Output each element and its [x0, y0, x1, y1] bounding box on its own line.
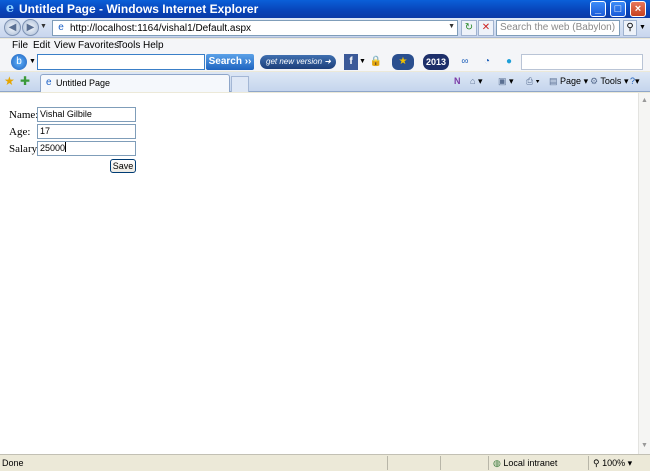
- security-zone[interactable]: ◍ Local intranet: [493, 457, 557, 469]
- status-divider: [588, 456, 589, 470]
- menu-edit[interactable]: Edit: [33, 40, 50, 52]
- vertical-scrollbar[interactable]: ▲ ▼: [638, 93, 650, 454]
- link-icon[interactable]: ∞: [458, 54, 472, 70]
- new-tab-button[interactable]: [231, 76, 249, 92]
- page-menu[interactable]: ▤ Page ▾: [549, 75, 588, 88]
- tools-menu-label: Tools: [600, 76, 622, 86]
- facebook-icon[interactable]: f: [344, 54, 358, 70]
- menu-tools[interactable]: Tools: [117, 40, 140, 52]
- refresh-icon[interactable]: ↻: [461, 20, 477, 36]
- zoom-level[interactable]: ⚲ 100% ▾: [593, 457, 632, 469]
- lock-icon[interactable]: 🔒: [369, 54, 383, 70]
- babylon-search-label: Search: [208, 56, 242, 67]
- ie-logo-icon: e: [5, 1, 15, 16]
- save-button[interactable]: Save: [110, 159, 136, 173]
- menu-view[interactable]: View: [54, 40, 76, 52]
- add-favorite-icon[interactable]: ✚: [20, 74, 30, 88]
- babylon-search-input[interactable]: [37, 54, 205, 70]
- news-ticker[interactable]: [521, 54, 643, 70]
- page-icon: e: [58, 22, 64, 33]
- age-value: 17: [40, 126, 51, 136]
- name-input[interactable]: Vishal Gilbile: [37, 107, 136, 122]
- refresh-circle-icon[interactable]: ◔: [480, 54, 494, 70]
- babylon-logo-icon[interactable]: b: [11, 54, 27, 70]
- history-dropdown-icon[interactable]: ▼: [40, 23, 47, 30]
- menu-favorites[interactable]: Favorites: [78, 40, 119, 52]
- name-value: Vishal Gilbile: [40, 109, 92, 119]
- url-text[interactable]: http://localhost:1164/vishal1/Default.as…: [70, 22, 251, 35]
- tools-menu[interactable]: ⚙ Tools ▾: [590, 75, 628, 88]
- menu-help[interactable]: Help: [143, 40, 164, 52]
- search-options-icon[interactable]: ▼: [639, 24, 646, 31]
- name-label: Name:: [9, 109, 39, 121]
- status-bar: Done ◍ Local intranet ⚲ 100% ▾: [0, 454, 650, 471]
- scroll-up-icon[interactable]: ▲: [639, 95, 650, 106]
- tab-page-icon: e: [46, 77, 52, 88]
- year-2013-badge[interactable]: 2013: [423, 54, 449, 70]
- window-title: Untitled Page - Windows Internet Explore…: [19, 2, 259, 16]
- status-text: Done: [2, 458, 24, 468]
- stop-icon[interactable]: ✕: [478, 20, 494, 36]
- status-divider: [440, 456, 441, 470]
- babylon-search-button[interactable]: Search ››: [206, 54, 254, 70]
- minimize-button[interactable]: _: [590, 1, 606, 17]
- feeds-icon[interactable]: ▣ ▾: [498, 75, 514, 88]
- get-new-version-label: get new version: [266, 57, 323, 66]
- home-icon[interactable]: ⌂ ▾: [470, 75, 482, 88]
- maximize-button[interactable]: □: [610, 1, 626, 17]
- text-caret: [65, 142, 67, 152]
- status-divider: [488, 456, 489, 470]
- onenote-icon[interactable]: N: [454, 75, 461, 88]
- address-bar: ◀ ▶ ▼ e http://localhost:1164/vishal1/De…: [0, 18, 650, 38]
- back-button[interactable]: ◀: [4, 19, 21, 36]
- babylon-toolbar: b ▼ Search ›› get new version ➜ f ▼ 🔒 ★ …: [0, 53, 650, 71]
- twitter-icon[interactable]: ●: [502, 54, 516, 70]
- page-content: Name: Vishal Gilbile Age: 17 Salary: 250…: [0, 93, 638, 454]
- menu-file[interactable]: File: [12, 40, 28, 52]
- age-input[interactable]: 17: [37, 124, 136, 139]
- facebook-dropdown-icon[interactable]: ▼: [359, 54, 366, 70]
- babylon-dropdown-icon[interactable]: ▼: [29, 58, 36, 65]
- search-input[interactable]: Search the web (Babylon): [496, 20, 620, 36]
- tab-untitled-page[interactable]: e Untitled Page: [40, 74, 230, 92]
- age-label: Age:: [9, 126, 31, 138]
- page-menu-label: Page: [560, 76, 582, 86]
- scroll-down-icon[interactable]: ▼: [639, 440, 650, 451]
- help-icon[interactable]: ?▾: [630, 75, 640, 88]
- tab-row: ★ ✚ e Untitled Page N ⌂ ▾ ▣ ▾ ⎙ ▾ ▤ Page…: [0, 72, 650, 92]
- menu-bar: File Edit View Favorites Tools Help: [0, 39, 650, 53]
- url-dropdown-icon[interactable]: ▼: [448, 23, 455, 30]
- tab-label: Untitled Page: [56, 78, 111, 88]
- get-new-version-button[interactable]: get new version ➜: [260, 55, 336, 69]
- salary-label: Salary:: [9, 143, 41, 155]
- title-bar: e Untitled Page - Windows Internet Explo…: [0, 0, 650, 18]
- salary-input[interactable]: 25000: [37, 141, 136, 156]
- intranet-icon: ◍: [493, 458, 501, 468]
- search-go-icon[interactable]: ⚲: [623, 20, 637, 36]
- print-icon[interactable]: ⎙ ▾: [526, 75, 539, 88]
- zoom-label: 100%: [602, 458, 626, 468]
- close-window-button[interactable]: ×: [630, 1, 646, 17]
- url-field[interactable]: e http://localhost:1164/vishal1/Default.…: [52, 20, 458, 36]
- forward-button[interactable]: ▶: [22, 19, 39, 36]
- zoom-icon: ⚲: [593, 458, 600, 468]
- favorites-star-icon[interactable]: ★: [4, 74, 15, 88]
- status-divider: [387, 456, 388, 470]
- salary-value: 25000: [40, 143, 66, 153]
- zone-label: Local intranet: [503, 458, 558, 468]
- award-icon[interactable]: ★: [392, 54, 414, 70]
